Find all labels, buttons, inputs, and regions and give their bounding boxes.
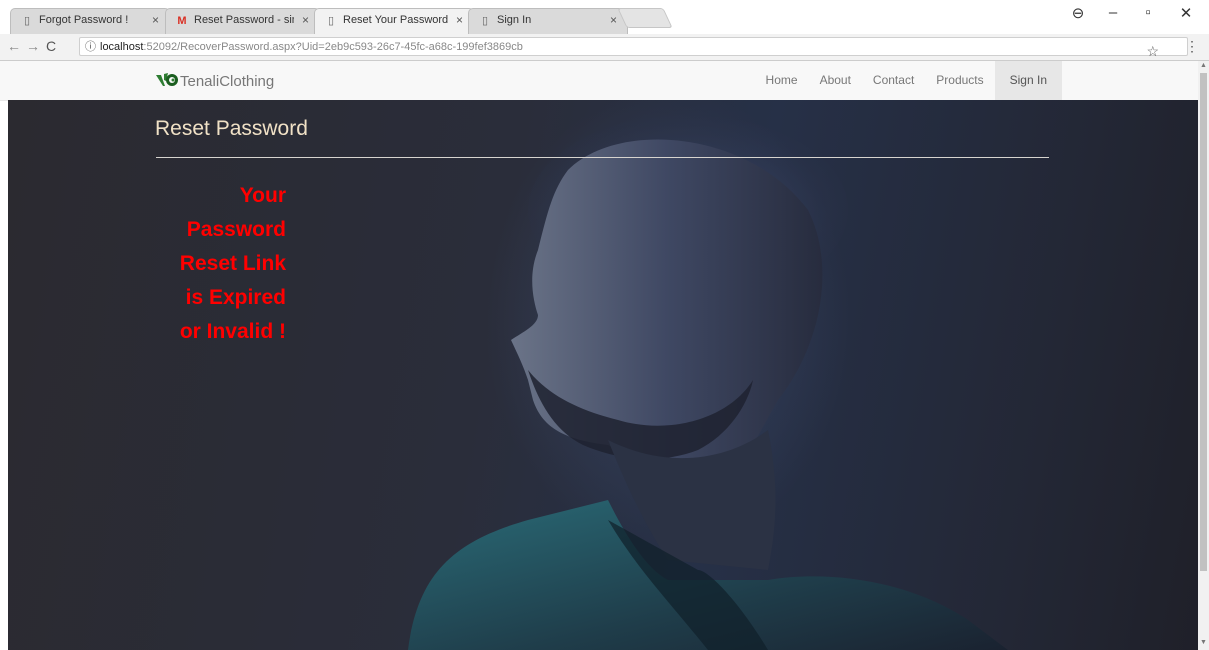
message-line: or Invalid !: [179, 320, 286, 343]
background-portrait-image: [408, 115, 1008, 650]
document-icon: ▯: [481, 15, 489, 27]
close-icon[interactable]: ×: [302, 13, 309, 27]
browser-tab-strip: ▯ Forgot Password ! × M Reset Password -…: [0, 0, 1209, 34]
scrollbar-thumb[interactable]: [1200, 73, 1207, 571]
bookmark-star-icon[interactable]: ☆: [1146, 42, 1159, 61]
url-host: localhost: [100, 41, 144, 53]
tab-label: Sign In: [497, 14, 532, 26]
close-icon[interactable]: ×: [456, 13, 463, 27]
tab-sign-in[interactable]: ▯ Sign In ×: [468, 8, 628, 34]
nav-links: Home About Contact Products Sign In: [755, 61, 1062, 100]
document-icon: ▯: [23, 15, 31, 27]
title-divider: [156, 157, 1049, 158]
expired-link-message: Your Password Reset Link is Expired or I…: [154, 184, 286, 344]
nav-home[interactable]: Home: [755, 61, 809, 100]
message-line: is Expired: [185, 286, 286, 309]
tab-label: Forgot Password !: [39, 14, 129, 26]
brand-name: TenaliClothing: [180, 73, 275, 90]
tab-forgot-password[interactable]: ▯ Forgot Password ! ×: [10, 8, 170, 34]
url-text: localhost:52092/RecoverPassword.aspx?Uid…: [100, 38, 523, 57]
scroll-down-icon[interactable]: ▼: [1200, 639, 1207, 646]
forward-icon[interactable]: →: [26, 38, 40, 54]
new-tab-button[interactable]: [617, 8, 673, 28]
reload-icon[interactable]: C: [46, 38, 56, 54]
minimize-button[interactable]: –: [1093, 4, 1133, 21]
tab-label: Reset Password - singha: [194, 14, 294, 26]
brand-logo-icon: [156, 73, 178, 86]
profile-icon[interactable]: ⊖: [1058, 4, 1098, 22]
page-title: Reset Password: [155, 117, 308, 140]
close-window-button[interactable]: ✕: [1166, 4, 1206, 22]
site-navbar: TenaliClothing Home About Contact Produc…: [0, 61, 1198, 101]
message-line: Password: [186, 218, 286, 241]
tab-reset-your-password[interactable]: ▯ Reset Your Password ×: [314, 8, 474, 34]
brand-link[interactable]: TenaliClothing: [155, 72, 274, 90]
browser-menu-icon[interactable]: ⋮: [1185, 38, 1199, 55]
scroll-up-icon[interactable]: ▲: [1200, 62, 1207, 69]
restore-button[interactable]: ▫: [1128, 4, 1168, 21]
tab-gmail-reset[interactable]: M Reset Password - singha ×: [165, 8, 320, 34]
address-bar[interactable]: ⓘ localhost:52092/RecoverPassword.aspx?U…: [79, 37, 1188, 59]
nav-contact[interactable]: Contact: [862, 61, 925, 100]
nav-sign-in[interactable]: Sign In: [994, 61, 1062, 100]
close-icon[interactable]: ×: [610, 13, 617, 27]
page-scrollbar[interactable]: ▲ ▼: [1198, 61, 1209, 650]
close-icon[interactable]: ×: [152, 13, 159, 27]
gmail-icon: M: [177, 15, 187, 27]
browser-toolbar: ← → C ⓘ localhost:52092/RecoverPassword.…: [0, 34, 1209, 61]
nav-products[interactable]: Products: [925, 61, 994, 100]
back-icon[interactable]: ←: [7, 38, 21, 54]
message-line: Your: [239, 184, 286, 207]
document-icon: ▯: [327, 15, 335, 27]
message-line: Reset Link: [179, 252, 286, 275]
hero-section: Reset Password Your Password Reset Link …: [8, 100, 1198, 650]
url-path: :52092/RecoverPassword.aspx?Uid=2eb9c593…: [143, 41, 523, 53]
tab-label: Reset Your Password: [343, 14, 449, 26]
info-icon[interactable]: ⓘ: [85, 38, 96, 57]
nav-about[interactable]: About: [809, 61, 862, 100]
